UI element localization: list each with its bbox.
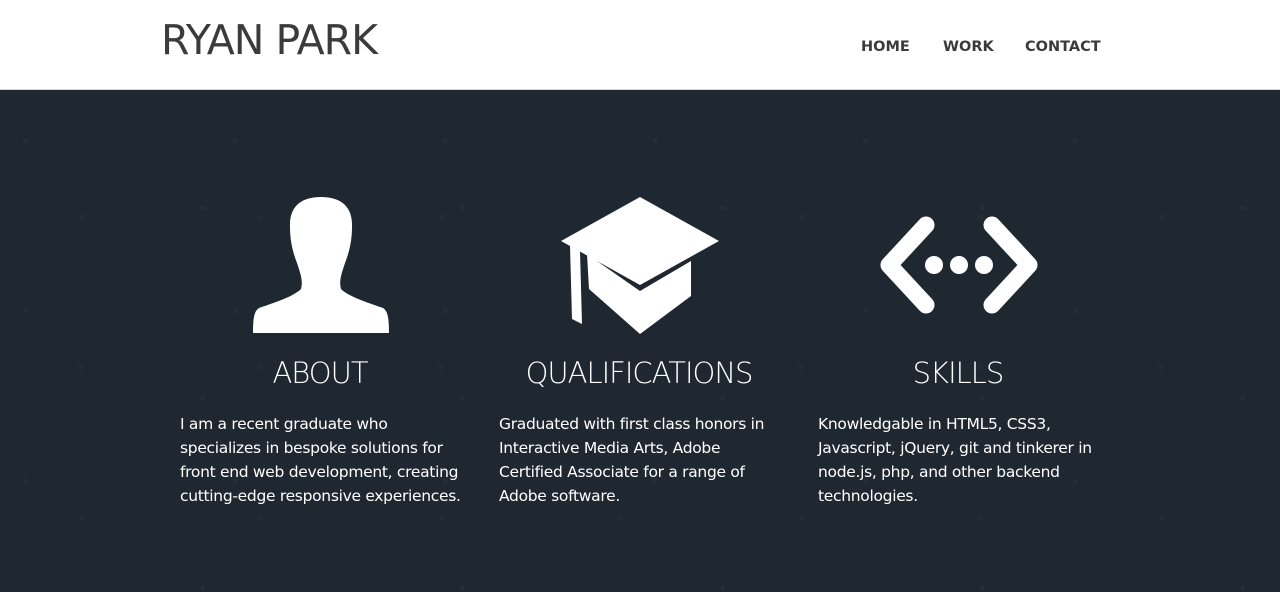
qualifications-title: QUALIFICATIONS — [525, 356, 754, 390]
qualifications-text: Graduated with first class honors in Int… — [499, 415, 765, 505]
about-column: ABOUT I am a recent graduate who special… — [180, 90, 480, 592]
about-title: ABOUT — [272, 356, 368, 390]
nav-home-link[interactable]: HOME — [861, 37, 910, 57]
graduation-cap-icon — [561, 197, 719, 334]
about-text: I am a recent graduate who specializes i… — [180, 415, 461, 505]
main-nav: HOME WORK CONTACT — [0, 37, 1280, 57]
site-header: RYAN PARK HOME WORK CONTACT — [0, 0, 1280, 90]
intro-section: ABOUT I am a recent graduate who special… — [0, 90, 1280, 592]
skills-text: Knowledgable in HTML5, CSS3, Javascript,… — [818, 415, 1092, 505]
nav-contact-link[interactable]: CONTACT — [1025, 37, 1101, 57]
qualifications-column: QUALIFICATIONS Graduated with first clas… — [499, 90, 799, 592]
user-silhouette-icon — [253, 197, 389, 333]
skills-title: SKILLS — [912, 356, 1005, 390]
skills-column: SKILLS Knowledgable in HTML5, CSS3, Java… — [818, 90, 1118, 592]
code-brackets-icon — [880, 216, 1038, 314]
nav-work-link[interactable]: WORK — [943, 37, 994, 57]
